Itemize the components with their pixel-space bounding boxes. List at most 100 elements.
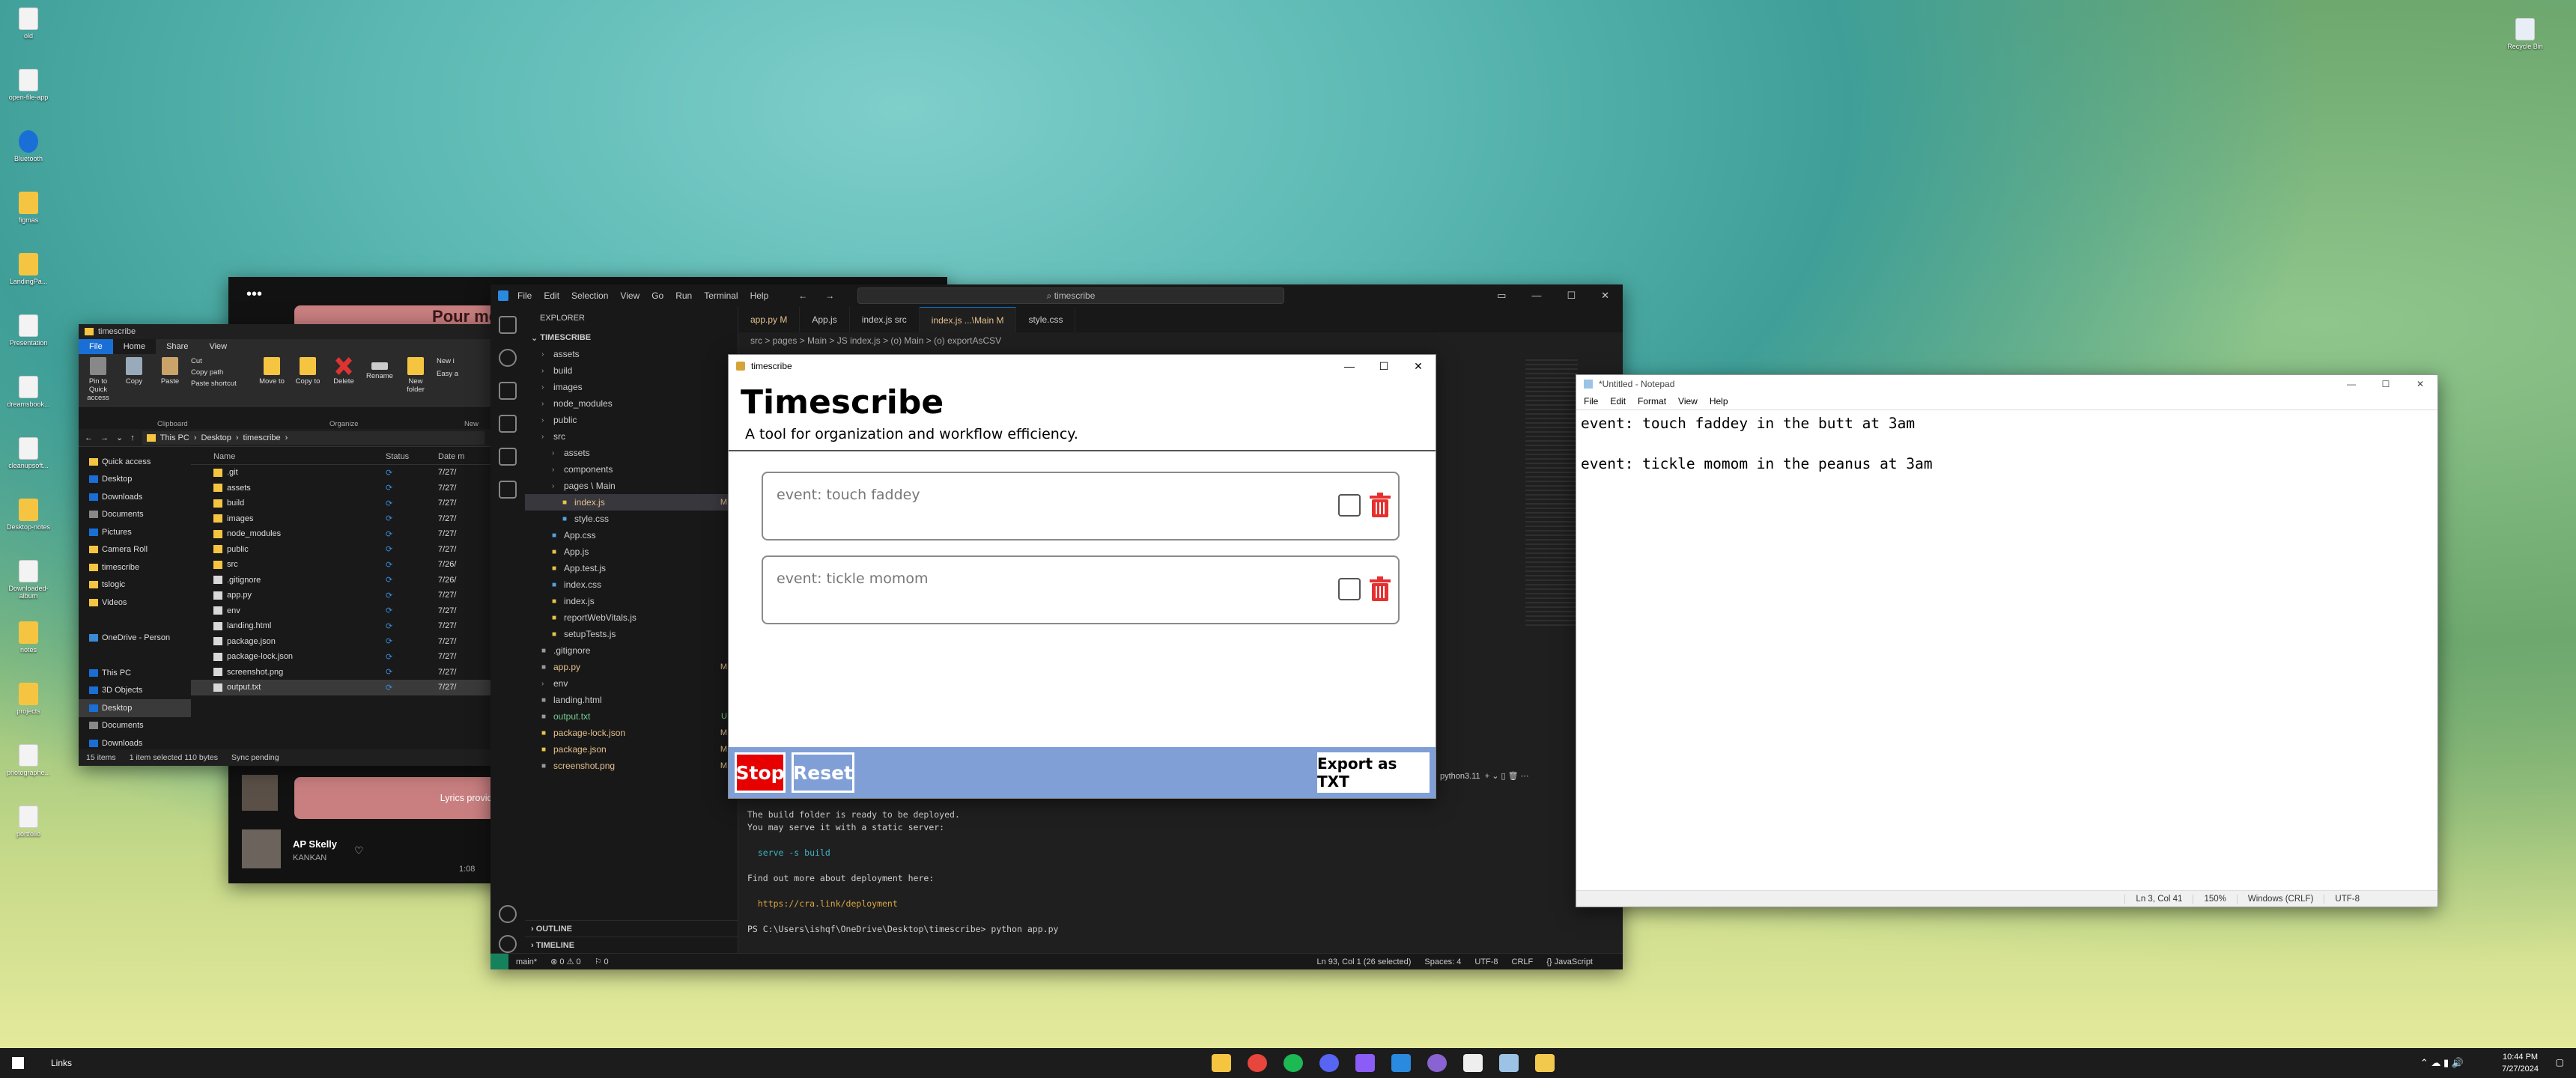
tree-item[interactable]: › pages \ Main [525, 478, 738, 494]
path-segment[interactable]: This PC [160, 433, 189, 442]
system-tray-icons[interactable]: ⌃ ☁ ▮ 🔊 [2420, 1057, 2464, 1069]
notepad-text-area[interactable]: event: touch faddey in the butt at 3am ev… [1576, 409, 2437, 881]
close-icon[interactable]: ✕ [1601, 290, 1609, 302]
tree-item[interactable]: ■ index.css [525, 576, 738, 593]
maximize-icon[interactable]: ☐ [2369, 379, 2403, 389]
tree-item[interactable]: ■ landing.html [525, 692, 738, 708]
clock[interactable]: 10:44 PM 7/27/2024 [2502, 1051, 2539, 1075]
source-control-icon[interactable] [499, 382, 517, 400]
tree-item[interactable]: › assets [525, 346, 738, 362]
python-icon[interactable] [1535, 1054, 1555, 1072]
event-text[interactable]: event: touch faddey [777, 487, 920, 503]
file-row[interactable]: .gitignore ⟳ 7/26/ [191, 573, 490, 588]
minimize-icon[interactable]: — [1332, 360, 1367, 373]
column-status[interactable]: Status [378, 452, 438, 461]
trash-icon[interactable] [1370, 493, 1391, 518]
event-text[interactable]: event: tickle momom [777, 570, 929, 587]
nav-item[interactable]: Desktop [79, 699, 191, 717]
editor-tab[interactable]: App.js [800, 307, 850, 332]
nav-item[interactable]: tslogic [79, 576, 191, 594]
desktop-icon[interactable]: portfolio [1, 806, 55, 838]
paste-shortcut-button[interactable]: Paste shortcut [191, 380, 251, 388]
tree-item[interactable]: ■ index.js [525, 593, 738, 609]
settings-gear-icon[interactable] [499, 935, 517, 953]
add-terminal-icon[interactable]: + ⌄ ▯ 🗑 ⋯ [1483, 772, 1529, 781]
menu-run[interactable]: Run [675, 290, 692, 301]
github-icon[interactable] [1427, 1054, 1447, 1072]
file-row[interactable]: node_modules ⟳ 7/27/ [191, 526, 490, 542]
pin-button[interactable]: Pin to Quick access [83, 357, 113, 403]
desktop-icon[interactable]: dreamsbook... [1, 376, 55, 408]
stop-button[interactable]: Stop [735, 752, 786, 793]
track-title[interactable]: AP Skelly [293, 838, 337, 850]
menu-file[interactable]: File [1584, 396, 1598, 406]
tree-item[interactable]: › build [525, 362, 738, 379]
search-icon[interactable] [499, 349, 517, 367]
editor-tab[interactable]: style.css [1016, 307, 1076, 332]
file-row[interactable]: package.json ⟳ 7/27/ [191, 634, 490, 650]
trash-icon[interactable] [1370, 576, 1391, 602]
cursor-position[interactable]: Ln 93, Col 1 (26 selected) [1316, 957, 1411, 966]
timescribe-titlebar[interactable]: timescribe — ☐ ✕ [729, 355, 1436, 377]
nav-item[interactable]: 3D Objects [79, 682, 191, 700]
tree-item[interactable]: › components [525, 461, 738, 478]
menu-help[interactable]: Help [1710, 396, 1728, 406]
file-row[interactable]: app.py ⟳ 7/27/ [191, 588, 490, 603]
desktop-icon[interactable]: Presentation [1, 314, 55, 347]
menu-edit[interactable]: Edit [1610, 396, 1626, 406]
file-row[interactable]: screenshot.png ⟳ 7/27/ [191, 665, 490, 680]
rename-button[interactable]: Rename [365, 357, 395, 403]
paste-button[interactable]: Paste [155, 357, 185, 403]
extensions-icon[interactable] [499, 448, 517, 466]
forward-arrow-icon[interactable]: → [825, 290, 834, 301]
edit-icon[interactable] [1338, 578, 1361, 600]
desktop-icon[interactable]: Downloaded-album [1, 560, 55, 600]
editor-tab[interactable]: index.js src [850, 307, 920, 332]
eol-status[interactable]: CRLF [1512, 957, 1534, 966]
column-name[interactable]: Name [191, 452, 378, 461]
tree-item[interactable]: ■ App.js [525, 543, 738, 560]
tree-item[interactable]: ■ setupTests.js [525, 626, 738, 642]
remote-icon[interactable] [490, 954, 508, 969]
recycle-bin[interactable]: Recycle Bin [2498, 18, 2552, 50]
desktop-icon[interactable]: projects [1, 683, 55, 715]
menu-go[interactable]: Go [651, 290, 663, 301]
file-row[interactable]: images ⟳ 7/27/ [191, 511, 490, 527]
tree-item[interactable]: › public [525, 412, 738, 428]
notepad-icon[interactable] [1499, 1054, 1519, 1072]
files-icon[interactable] [499, 316, 517, 334]
nav-item[interactable]: Desktop [79, 471, 191, 489]
maximize-icon[interactable]: ☐ [1367, 360, 1401, 373]
album-art[interactable] [242, 775, 278, 811]
new-item-button[interactable]: New i [437, 357, 458, 365]
links-toolbar[interactable]: Links [51, 1058, 72, 1068]
desktop-icon[interactable]: photographe... [1, 744, 55, 776]
copy-path-button[interactable]: Copy path [191, 368, 251, 377]
tree-item[interactable]: ■ package-lock.json M [525, 725, 738, 741]
chevron-down-icon[interactable]: ⌄ [116, 433, 123, 442]
copy-to-button[interactable]: Copy to [293, 357, 323, 403]
desktop-icon[interactable]: LandingPa... [1, 253, 55, 285]
testing-icon[interactable] [499, 481, 517, 499]
desktop-icon[interactable]: old [1, 7, 55, 40]
tree-item[interactable]: ■ reportWebVitals.js [525, 609, 738, 626]
language-status[interactable]: {} JavaScript [1546, 957, 1593, 966]
vscode-icon[interactable] [1391, 1054, 1411, 1072]
more-icon[interactable]: ••• [246, 286, 262, 303]
reset-button[interactable]: Reset [792, 752, 854, 793]
tree-item[interactable]: ■ style.css [525, 511, 738, 527]
tree-item[interactable]: › images [525, 379, 738, 395]
path-bar[interactable]: This PC › Desktop › timescribe › [142, 430, 484, 445]
path-segment[interactable]: Desktop [201, 433, 231, 442]
desktop-icon[interactable]: notes [1, 621, 55, 654]
notepad-titlebar[interactable]: *Untitled - Notepad — ☐ ✕ [1576, 375, 2437, 393]
back-icon[interactable]: ← [85, 433, 93, 442]
path-segment[interactable]: timescribe [243, 433, 281, 442]
file-row[interactable]: src ⟳ 7/26/ [191, 557, 490, 573]
nav-item[interactable]: Videos [79, 594, 191, 612]
file-row[interactable]: output.txt ⟳ 7/27/ [191, 680, 490, 695]
menu-selection[interactable]: Selection [571, 290, 608, 301]
tab-share[interactable]: Share [156, 339, 198, 354]
tab-view[interactable]: View [198, 339, 237, 354]
breadcrumb[interactable]: src > pages > Main > JS index.js > (o) M… [738, 332, 1623, 349]
